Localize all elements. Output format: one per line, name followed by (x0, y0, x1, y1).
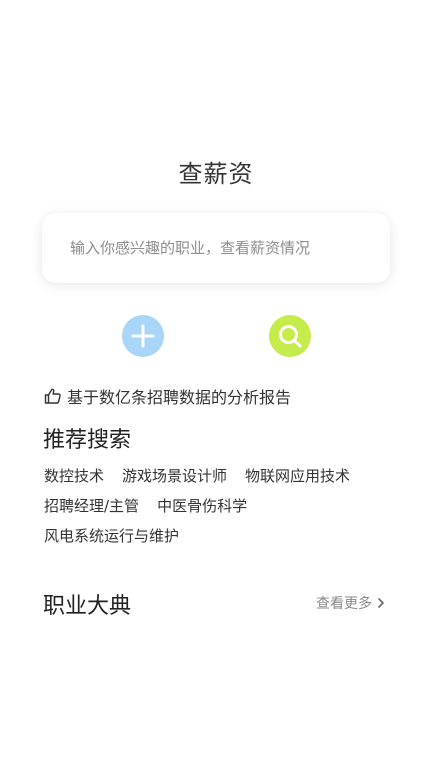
recommended-tag[interactable]: 物联网应用技术 (245, 465, 350, 495)
search-icon (279, 325, 302, 348)
recommended-tags: 数控技术 游戏场景设计师 物联网应用技术 招聘经理/主管 中医骨伤科学 风电系统… (44, 465, 394, 555)
recommended-tag[interactable]: 风电系统运行与维护 (44, 525, 179, 555)
dictionary-title: 职业大典 (43, 594, 132, 619)
plus-icon (131, 324, 155, 348)
salary-search-input[interactable] (70, 239, 390, 257)
see-more-label: 查看更多 (316, 596, 372, 612)
add-button[interactable] (122, 315, 164, 357)
search-button[interactable] (269, 315, 311, 357)
page-title: 查薪资 (178, 160, 254, 188)
recommended-title: 推荐搜索 (43, 428, 132, 453)
recommended-tag[interactable]: 游戏场景设计师 (122, 465, 227, 495)
recommended-tag[interactable]: 招聘经理/主管 (44, 495, 139, 525)
recommended-tag[interactable]: 数控技术 (44, 465, 104, 495)
salary-search-box[interactable] (42, 213, 390, 283)
thumbs-up-icon (44, 387, 62, 405)
stats-text: 基于数亿条招聘数据的分析报告 (67, 388, 292, 407)
chevron-right-icon (376, 597, 386, 609)
see-more-link[interactable]: 查看更多 (316, 593, 386, 613)
salary-page: 查薪资 基于数亿条招聘数据的分析报告 推荐搜索 数控技术 游戏场景设计师 物联网… (0, 0, 432, 768)
stats-note: 基于数亿条招聘数据的分析报告 (44, 384, 291, 408)
recommended-tag[interactable]: 中医骨伤科学 (157, 495, 247, 525)
